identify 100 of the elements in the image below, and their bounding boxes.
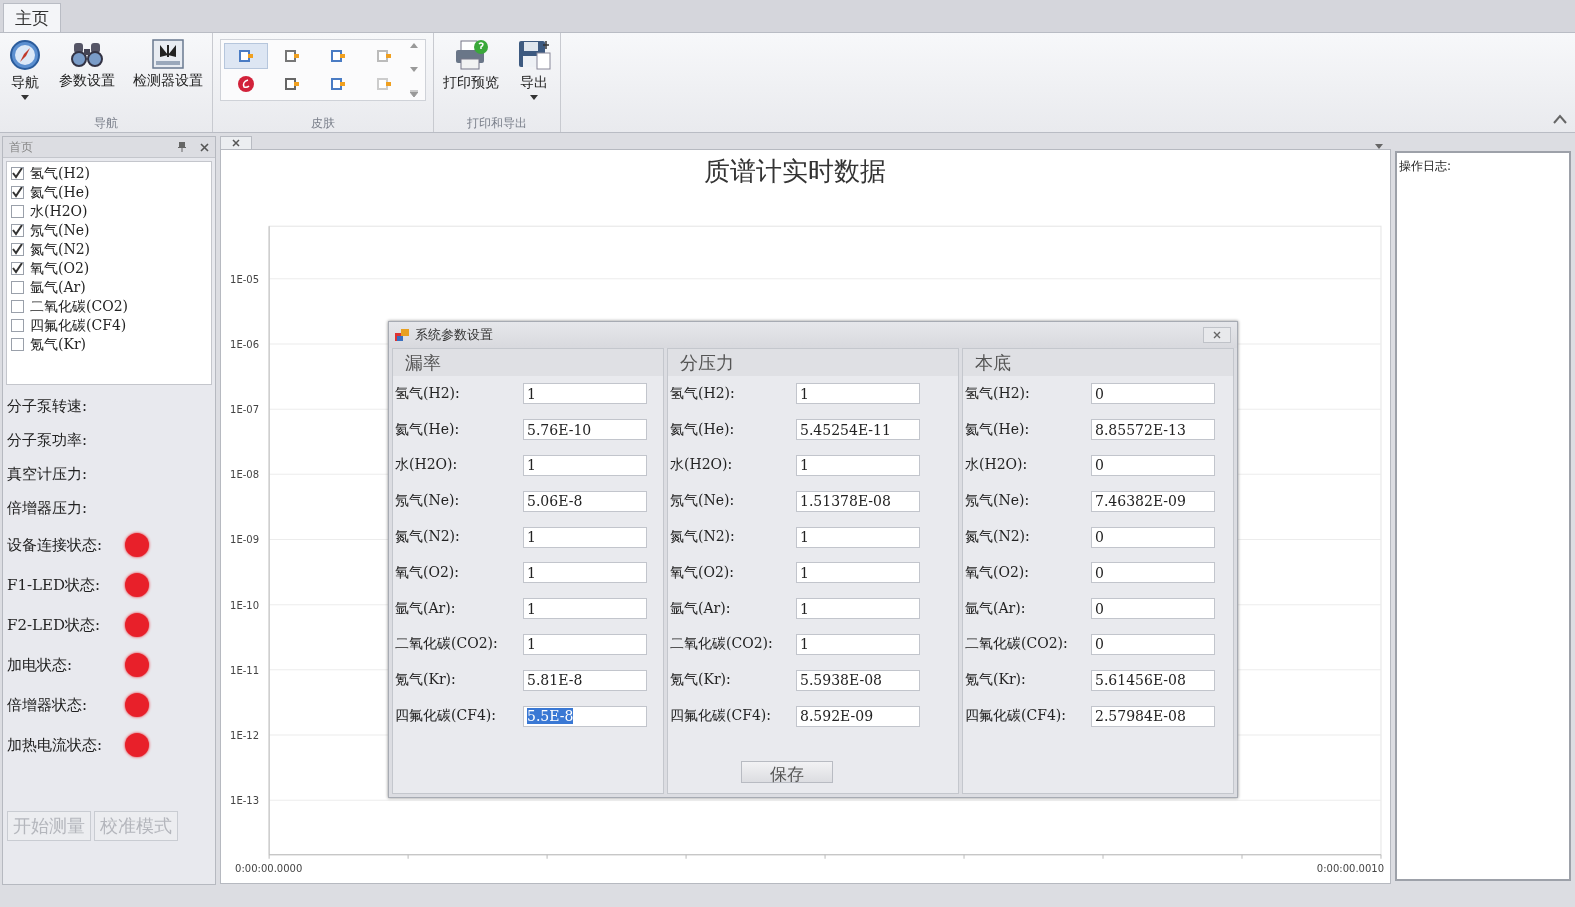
panel-title: 首页 [9, 138, 34, 156]
status-label: 加电状态: [7, 655, 74, 675]
input-field[interactable]: 1 [523, 455, 647, 476]
input-field[interactable]: 1 [796, 598, 920, 620]
document-icon [238, 48, 254, 64]
field-label: 氖气(Ne): [965, 492, 1031, 511]
checkbox[interactable] [11, 262, 24, 275]
document-icon [376, 48, 392, 64]
printer-icon [453, 39, 489, 71]
input-field[interactable]: 0 [1091, 633, 1215, 655]
ribbon-button[interactable]: 导航 [3, 35, 47, 104]
group-title: 打印和导出 [466, 115, 528, 132]
field-label: 氩气(Ar): [395, 599, 457, 618]
input-field[interactable]: 2.57984E-08 [1091, 705, 1215, 727]
field-label: 二氧化碳(CO2): [670, 635, 774, 654]
axis-tick-label: 0:00:00.0010 [1316, 862, 1385, 874]
input-field[interactable]: 0 [1091, 526, 1215, 548]
skin-item[interactable] [224, 43, 268, 69]
axis-tick-label: 1E-05 [230, 273, 260, 285]
input-field[interactable]: 0 [1091, 383, 1215, 405]
swirl-icon [238, 76, 254, 92]
checkbox-label: 二氧化碳(CO2) [30, 297, 129, 316]
close-button[interactable] [1203, 327, 1231, 343]
status-label: 倍增器状态: [7, 695, 89, 715]
ribbon-tab[interactable]: 主页 [3, 3, 61, 32]
input-field[interactable]: 0 [1091, 455, 1215, 476]
pin-icon[interactable] [178, 142, 186, 152]
input-field[interactable]: 5.81E-8 [523, 669, 647, 691]
status-label: F1-LED状态: [7, 575, 101, 595]
input-field[interactable]: 1 [523, 526, 647, 548]
field-label: 氦气(He): [965, 420, 1031, 439]
field-label: 氢气(H2): [395, 384, 461, 403]
axis-tick-label: 1E-10 [230, 599, 260, 611]
checkbox-label: 氩气(Ar) [30, 278, 86, 297]
input-field[interactable]: 1 [523, 598, 647, 620]
input-field[interactable]: 0 [1091, 598, 1215, 620]
field-label: 氮气(N2): [965, 528, 1031, 547]
input-field[interactable]: 5.76E-10 [523, 419, 647, 441]
input-field[interactable]: 5.45254E-11 [796, 419, 920, 441]
field-label: 氩气(Ar): [965, 599, 1027, 618]
field-label: 氢气(H2): [670, 384, 736, 403]
save-button[interactable]: 保存 [741, 761, 833, 783]
checkbox[interactable] [11, 300, 24, 313]
ribbon-button[interactable]: 打印预览 [437, 35, 505, 96]
input-field[interactable]: 1 [523, 562, 647, 584]
axis-tick-label: 1E-11 [230, 664, 260, 676]
expand-icon [410, 90, 418, 97]
field-label: 氧气(O2): [395, 563, 461, 582]
input-field[interactable]: 1 [796, 526, 920, 548]
status-label: 加热电流状态: [7, 735, 104, 755]
status-label: 分子泵功率: [7, 430, 89, 450]
input-field[interactable]: 1 [796, 562, 920, 584]
input-field[interactable]: 5.61456E-08 [1091, 669, 1215, 691]
axis-tick-label: 1E-06 [230, 339, 260, 350]
document-icon [376, 76, 392, 92]
field-label: 氦气(He): [395, 420, 461, 439]
input-field[interactable]: 5.5E-8 [523, 705, 647, 727]
checkbox[interactable] [11, 167, 24, 180]
group-title: 皮肤 [310, 115, 336, 132]
input-field[interactable]: 5.5938E-08 [796, 669, 920, 691]
checkbox[interactable] [11, 243, 24, 256]
status-label: 真空计压力: [7, 464, 89, 484]
field-label: 氖气(Ne): [395, 492, 461, 511]
checkbox-label: 氖气(Ne) [30, 221, 90, 240]
checkbox[interactable] [11, 186, 24, 199]
checkbox-label: 氢气(H2) [30, 164, 91, 183]
checkbox[interactable] [11, 205, 24, 218]
document-icon [330, 48, 346, 64]
ribbon-button[interactable]: 导出 [511, 35, 557, 104]
document-icon [284, 76, 300, 92]
checkbox[interactable] [11, 319, 24, 332]
window-icon [395, 329, 409, 341]
checkbox[interactable] [11, 338, 24, 351]
input-field[interactable]: 1 [523, 633, 647, 655]
axis-tick-label: 1E-07 [230, 404, 260, 416]
checkbox[interactable] [11, 224, 24, 237]
input-field[interactable]: 1.51378E-08 [796, 490, 920, 512]
group-title: 导航 [93, 115, 119, 132]
input-field[interactable]: 1 [796, 633, 920, 655]
log-title: 操作日志: [1398, 158, 1453, 175]
input-field[interactable]: 0 [1091, 562, 1215, 584]
input-field[interactable]: 1 [796, 383, 920, 405]
input-field[interactable]: 5.06E-8 [523, 490, 647, 512]
document-tab[interactable] [220, 136, 252, 149]
checkbox[interactable] [11, 281, 24, 294]
input-field[interactable]: 7.46382E-09 [1091, 490, 1215, 512]
field-label: 二氧化碳(CO2): [395, 635, 499, 654]
section-heading: 分压力 [668, 349, 958, 376]
ribbon-button[interactable]: 参数设置 [53, 35, 121, 94]
input-field[interactable]: 8.592E-09 [796, 705, 920, 727]
field-label: 氩气(Ar): [670, 599, 732, 618]
scroll-up-icon [410, 43, 418, 48]
ribbon-button[interactable]: 检测器设置 [127, 35, 209, 94]
input-field[interactable]: 1 [523, 383, 647, 405]
input-field[interactable]: 1 [796, 455, 920, 476]
axis-tick-label: 0:00:00.0000 [235, 862, 303, 874]
close-icon[interactable] [200, 142, 209, 152]
input-field[interactable]: 8.85572E-13 [1091, 419, 1215, 441]
chart-title: 质谱计实时数据 [703, 156, 886, 187]
field-label: 二氧化碳(CO2): [965, 635, 1069, 654]
